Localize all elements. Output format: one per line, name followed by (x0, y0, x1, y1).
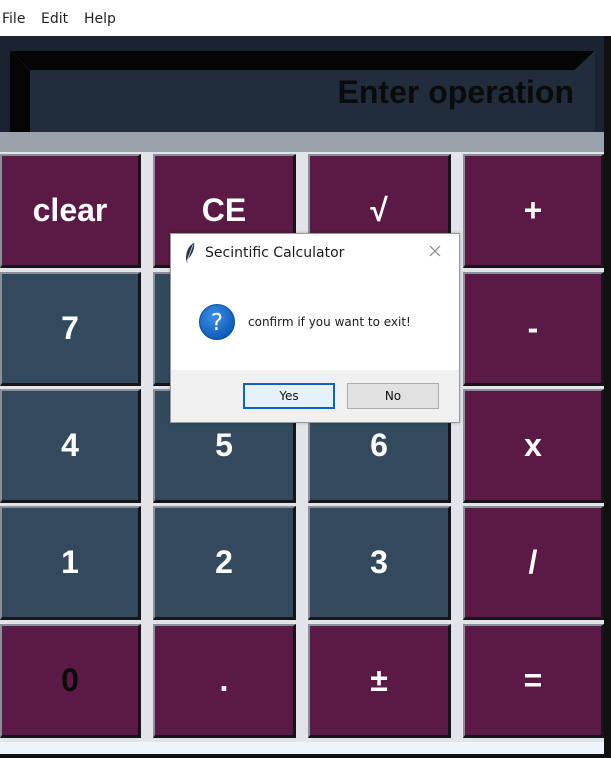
menu-bar: File Edit Help (0, 0, 611, 36)
divide-button[interactable]: / (463, 506, 604, 620)
plus-minus-button[interactable]: ± (308, 624, 451, 738)
clear-button[interactable]: clear (0, 154, 141, 268)
svg-text:?: ? (211, 310, 223, 336)
question-icon: ? (199, 304, 235, 340)
seven-button[interactable]: 7 (0, 272, 141, 386)
window-bottom-border (0, 754, 611, 758)
display-text: Enter operation (337, 74, 574, 110)
no-button[interactable]: No (347, 383, 439, 409)
yes-button[interactable]: Yes (243, 383, 335, 409)
close-icon[interactable] (427, 243, 443, 259)
feather-icon (186, 243, 195, 263)
one-button[interactable]: 1 (0, 506, 141, 620)
minus-button[interactable]: - (463, 272, 604, 386)
zero-button[interactable]: 0 (0, 624, 141, 738)
equals-button[interactable]: = (463, 624, 604, 738)
two-button[interactable]: 2 (153, 506, 296, 620)
decimal-button[interactable]: . (153, 624, 296, 738)
bottom-strip (0, 742, 604, 754)
dialog-message: confirm if you want to exit! (248, 315, 411, 329)
window-right-border (604, 36, 611, 758)
dialog-title: Secintific Calculator (205, 245, 345, 261)
plus-button[interactable]: + (463, 154, 604, 268)
menu-help[interactable]: Help (84, 11, 116, 27)
menu-edit[interactable]: Edit (41, 11, 68, 27)
four-button[interactable]: 4 (0, 389, 141, 503)
confirm-dialog: Secintific Calculator ? confirm if you w… (170, 233, 460, 423)
multiply-button[interactable]: x (463, 389, 604, 503)
display-panel: Enter operation (0, 36, 604, 152)
menu-file[interactable]: File (2, 11, 25, 27)
three-button[interactable]: 3 (308, 506, 451, 620)
dialog-footer: Yes No (171, 370, 459, 422)
